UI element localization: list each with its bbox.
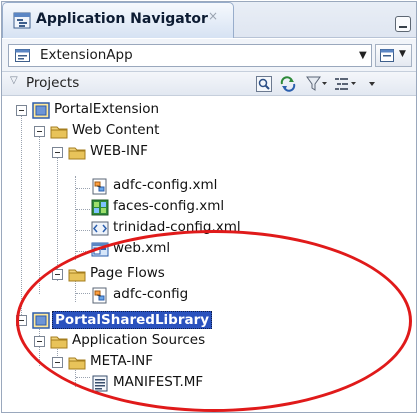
tree-item-page-flows[interactable]: Page Flows: [2, 264, 416, 285]
folder-icon: [68, 269, 86, 282]
faces-config-file-icon: [91, 199, 109, 216]
tree-item-portalextension[interactable]: PortalExtension: [2, 100, 416, 121]
projects-label: Projects: [26, 75, 80, 91]
tree-item-label: Web Content: [72, 122, 160, 138]
application-select[interactable]: ExtensionApp ▼: [8, 44, 372, 67]
tree-item-application-sources[interactable]: Application Sources: [2, 331, 416, 352]
tree-item-label: web.xml: [113, 240, 171, 256]
tab-application-navigator[interactable]: Application Navigator ×: [2, 2, 234, 38]
chevron-down-icon: ▼: [399, 49, 406, 59]
tree-item-label: PortalSharedLibrary: [52, 311, 213, 329]
project-icon: [32, 312, 50, 329]
application-menu-icon: [380, 49, 394, 62]
tree-item-web-inf[interactable]: WEB-INF: [2, 142, 416, 163]
tree-item-trinidad-config-xml[interactable]: trinidad-config.xml: [2, 218, 416, 239]
collapse-toggle-icon[interactable]: [34, 126, 45, 137]
text-file-icon: [92, 375, 108, 392]
tree-item-label: PortalExtension: [54, 101, 160, 117]
application-navigator-icon: [13, 12, 31, 29]
adfc-config-file-icon: [92, 287, 107, 304]
window-title: Application Navigator: [36, 11, 208, 27]
tree-item-faces-config-xml[interactable]: faces-config.xml: [2, 197, 416, 218]
tree-item-label: MANIFEST.MF: [113, 374, 204, 390]
application-name: ExtensionApp: [40, 47, 133, 63]
chevron-down-icon[interactable]: ▼: [359, 50, 367, 61]
application-bar: ExtensionApp ▼ ▼: [2, 39, 416, 72]
close-icon[interactable]: ×: [208, 9, 218, 23]
minimize-button[interactable]: [395, 16, 411, 32]
tree-item-meta-inf[interactable]: META-INF: [2, 352, 416, 373]
tree-item-adfc-config[interactable]: adfc-config: [2, 285, 416, 306]
web-xml-file-icon: [91, 242, 109, 257]
tree-item-label: trinidad-config.xml: [113, 219, 241, 235]
tree-item-portalsharedlibrary[interactable]: PortalSharedLibrary: [2, 310, 416, 331]
collapse-triangle-icon[interactable]: ▽: [10, 75, 18, 86]
project-tree: PortalExtension Web Content WEB-INF adfc…: [2, 97, 416, 412]
project-icon: [32, 102, 50, 119]
collapse-toggle-icon[interactable]: [16, 315, 27, 326]
tree-item-label: META-INF: [90, 353, 154, 369]
tree-item-label: adfc-config: [113, 286, 189, 302]
folder-icon: [68, 147, 86, 160]
application-icon: [15, 49, 30, 62]
tree-item-web-xml[interactable]: web.xml: [2, 239, 416, 260]
tree-item-adfc-config-xml[interactable]: adfc-config.xml: [2, 176, 416, 197]
tree-item-web-content[interactable]: Web Content: [2, 121, 416, 142]
search-icon[interactable]: [256, 76, 272, 92]
folder-icon: [50, 126, 68, 139]
chevron-down-icon[interactable]: [366, 76, 378, 92]
tree-item-label: faces-config.xml: [113, 198, 225, 214]
collapse-toggle-icon[interactable]: [52, 269, 63, 280]
folder-icon: [68, 357, 86, 370]
filter-icon[interactable]: [306, 76, 328, 92]
tree-item-manifest-mf[interactable]: MANIFEST.MF: [2, 373, 416, 394]
tree-item-label: Application Sources: [72, 332, 206, 348]
adfc-config-file-icon: [92, 178, 107, 195]
sort-options-icon[interactable]: [334, 76, 358, 92]
application-menu-button[interactable]: ▼: [375, 44, 412, 67]
collapse-toggle-icon[interactable]: [34, 336, 45, 347]
tree-item-label: WEB-INF: [90, 143, 148, 159]
title-tab-bar: Application Navigator ×: [2, 2, 416, 38]
tree-item-label: adfc-config.xml: [113, 177, 218, 193]
collapse-toggle-icon[interactable]: [52, 357, 63, 368]
projects-header: ▽ Projects: [2, 72, 416, 96]
xml-file-icon: [91, 221, 109, 236]
collapse-toggle-icon[interactable]: [52, 147, 63, 158]
refresh-icon[interactable]: [279, 76, 297, 92]
application-navigator-panel: Application Navigator × ExtensionApp ▼ ▼: [1, 1, 417, 413]
tree-item-label: Page Flows: [90, 265, 165, 281]
collapse-toggle-icon[interactable]: [16, 105, 27, 116]
folder-icon: [50, 336, 68, 349]
